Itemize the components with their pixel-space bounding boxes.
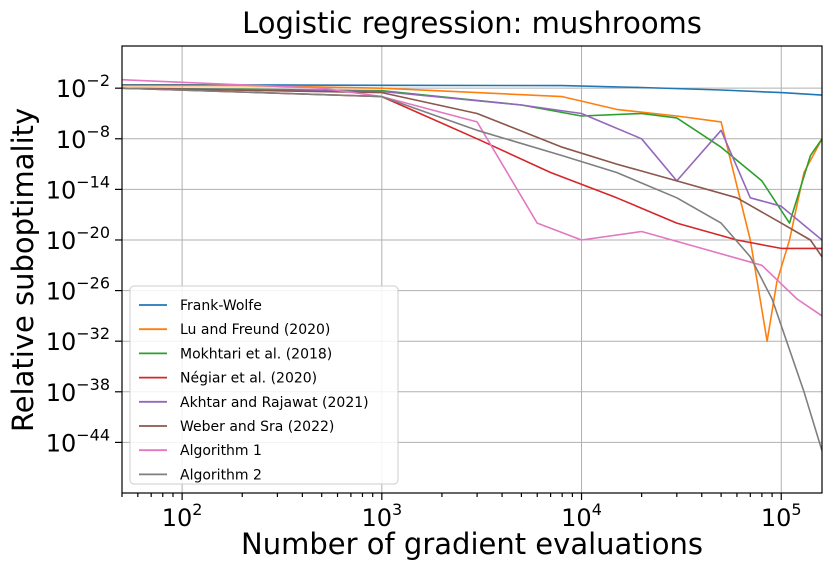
y-tick-exponent-1: −8 bbox=[86, 122, 110, 141]
y-tick-base-2: 10 bbox=[46, 176, 77, 204]
x-axis-label: Number of gradient evaluations bbox=[241, 527, 703, 561]
y-axis-label: Relative suboptimality bbox=[6, 108, 40, 432]
legend-label-1: Lu and Freund (2020) bbox=[180, 322, 330, 338]
legend: Frank-Wolfe Lu and Freund (2020) Mokhtari … bbox=[129, 285, 399, 485]
x-tick-exponent-0: 2 bbox=[192, 500, 202, 519]
y-tick-base-3: 10 bbox=[46, 227, 77, 255]
y-tick-exponent-2: −14 bbox=[76, 172, 110, 191]
x-tick-base-3: 10 bbox=[761, 504, 792, 532]
legend-label-5: Weber and Sra (2022) bbox=[180, 419, 334, 435]
y-tick-exponent-0: −2 bbox=[86, 71, 110, 90]
legend-label-3: Négiar et al. (2020) bbox=[180, 371, 317, 387]
y-tick-label-0: 10−2 bbox=[56, 71, 110, 103]
y-tick-base-4: 10 bbox=[46, 278, 77, 306]
chart-title: Logistic regression: mushrooms bbox=[242, 6, 702, 40]
y-tick-exponent-5: −32 bbox=[76, 324, 110, 343]
series-line-4 bbox=[122, 87, 822, 241]
y-tick-exponent-4: −26 bbox=[76, 274, 110, 293]
chart-canvas: Logistic regression: mushrooms 102 103 104… bbox=[6, 6, 823, 561]
series-line-5 bbox=[122, 87, 822, 258]
y-tick-exponent-6: −38 bbox=[76, 375, 110, 394]
x-tick-exponent-2: 4 bbox=[592, 500, 602, 519]
y-tick-label-5: 10−32 bbox=[46, 324, 110, 356]
series-line-2 bbox=[122, 87, 822, 224]
y-tick-exponent-7: −44 bbox=[76, 425, 110, 444]
x-tick-exponent-3: 5 bbox=[791, 500, 801, 519]
y-tick-base-5: 10 bbox=[46, 328, 77, 356]
y-tick-label-4: 10−26 bbox=[46, 274, 110, 306]
x-tick-label-3: 105 bbox=[761, 500, 802, 532]
y-tick-label-7: 10−44 bbox=[46, 425, 110, 457]
y-tick-label-2: 10−14 bbox=[46, 172, 110, 204]
legend-label-0: Frank-Wolfe bbox=[180, 298, 262, 314]
legend-label-4: Akhtar and Rajawat (2021) bbox=[180, 395, 369, 411]
y-tick-exponent-3: −20 bbox=[76, 223, 110, 242]
x-tick-base-0: 10 bbox=[162, 504, 193, 532]
y-tick-base-0: 10 bbox=[56, 75, 87, 103]
y-tick-base-6: 10 bbox=[46, 379, 77, 407]
x-tick-label-0: 102 bbox=[162, 500, 203, 532]
legend-label-2: Mokhtari et al. (2018) bbox=[180, 346, 332, 362]
series-line-6 bbox=[122, 78, 822, 317]
y-axis-ticks: 10−210−810−1410−2010−2610−3210−3810−44 bbox=[46, 71, 122, 457]
legend-label-7: Algorithm 2 bbox=[180, 467, 262, 483]
legend-label-6: Algorithm 1 bbox=[180, 443, 262, 459]
y-tick-label-1: 10−8 bbox=[56, 122, 110, 154]
y-tick-label-3: 10−20 bbox=[46, 223, 110, 255]
x-tick-exponent-1: 3 bbox=[392, 500, 402, 519]
y-tick-label-6: 10−38 bbox=[46, 375, 110, 407]
y-tick-base-1: 10 bbox=[56, 126, 87, 154]
y-tick-base-7: 10 bbox=[46, 429, 77, 457]
